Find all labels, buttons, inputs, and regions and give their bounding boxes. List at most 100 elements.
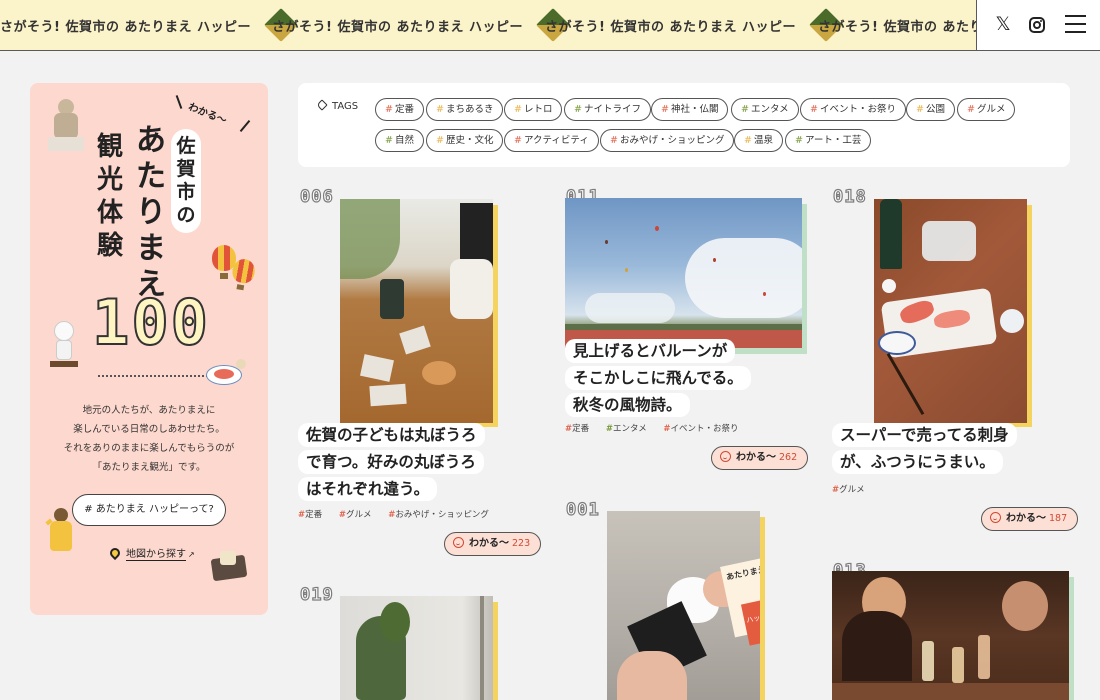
menu-icon[interactable] <box>1065 14 1086 34</box>
card-photo-cafe[interactable] <box>832 571 1069 700</box>
wakaru-button[interactable]: わかる〜 262 <box>711 446 809 470</box>
tag-teiban[interactable]: # 定番 <box>375 98 424 121</box>
caption-line: で育つ。好みの丸ぼうろ <box>298 450 484 474</box>
tag-label: 定番 <box>394 104 414 115</box>
card-photo-plant[interactable] <box>340 596 493 700</box>
card-photo-sashimi[interactable] <box>874 199 1027 423</box>
sparkle-line <box>175 95 183 109</box>
tag-hash: # <box>795 135 803 146</box>
tag-shrine[interactable]: # 神社・仏閣 <box>651 98 729 121</box>
card-tag[interactable]: #イベント・お祭り <box>663 424 745 434</box>
tag-hash: # <box>574 104 582 115</box>
card-tags: #グルメ <box>832 483 879 495</box>
tag-label: レトロ <box>523 104 553 115</box>
tag-activity[interactable]: # アクティビティ <box>504 129 599 152</box>
card-photo-marubouro[interactable] <box>340 199 493 423</box>
map-link-label: 地図から探す <box>126 549 186 561</box>
tag-hash: # <box>744 135 752 146</box>
happy-about-button[interactable]: # あたりまえ ハッピーって? <box>72 494 226 526</box>
tag-event[interactable]: # イベント・お祭り <box>800 98 906 121</box>
tag-label: おみやげ・ショッピング <box>619 135 725 146</box>
tag-hash: # <box>385 135 393 146</box>
card-tag-label: グルメ <box>839 485 865 495</box>
tag-art[interactable]: # アート・工芸 <box>785 129 872 152</box>
wakaru-count: 187 <box>1049 513 1068 524</box>
caption-line: はそれぞれ違う。 <box>298 477 438 501</box>
marquee-text: さがそう! 佐賀市の あたりまえ ハッピー <box>272 19 524 35</box>
snack-illustration <box>210 551 248 582</box>
wakaru-button[interactable]: わかる〜 223 <box>444 532 542 556</box>
wakaru-button[interactable]: わかる〜 187 <box>981 507 1079 531</box>
description-line: それをありのままに楽しんでもらうのが <box>63 443 235 454</box>
card-tag-label: グルメ <box>345 510 372 520</box>
tag-history[interactable]: # 歴史・文化 <box>426 129 504 152</box>
card-tag[interactable]: #定番 <box>298 510 329 520</box>
card-tag[interactable]: #グルメ <box>832 485 872 495</box>
wakaru-label: わかる〜 <box>736 452 776 463</box>
tag-label: 神社・仏閣 <box>670 104 719 115</box>
tag-label: ナイトライフ <box>583 104 641 115</box>
smile-icon <box>990 512 1001 523</box>
card-tag[interactable]: #定番 <box>565 424 596 434</box>
tag-souvenir[interactable]: # おみやげ・ショッピング <box>600 129 735 152</box>
map-search-link[interactable]: 地図から探す ↗ <box>107 545 195 563</box>
card-caption: 見上げるとバルーンが そこかしこに飛んでる。 秋冬の風物詩。 <box>565 339 751 420</box>
description-line: 「あたりまえ観光」です。 <box>92 462 206 473</box>
card-photo-onigiri[interactable]: あたりまえ ハッピー <box>607 511 760 700</box>
wakaru-tagline: わかる〜 <box>186 101 228 127</box>
card-tag-label: 定番 <box>305 510 323 520</box>
description-line: 楽しんでいる日常のしあわせたち。 <box>73 424 225 435</box>
sign-card-red: ハッピー <box>740 598 760 646</box>
marquee-text: さがそう! 佐賀市の あたりまえ ハッピー <box>0 19 252 35</box>
caption-line: 見上げるとバルーンが <box>565 339 736 363</box>
tag-label: エンタメ <box>750 104 789 115</box>
dotted-divider <box>98 375 208 377</box>
card-tag[interactable]: #エンタメ <box>606 424 654 434</box>
card-number: 001 <box>565 499 600 520</box>
statue-illustration <box>48 99 84 151</box>
tag-label: まちあるき <box>445 104 494 115</box>
smile-icon <box>453 537 464 548</box>
tag-label: 自然 <box>394 135 414 146</box>
marquee-item: さがそう! 佐賀市の あたりまえ ハッピー <box>818 0 976 50</box>
card-tag-label: エンタメ <box>612 424 647 434</box>
card-tag[interactable]: #おみやげ・ショッピング <box>388 510 496 520</box>
card-tags: #定番 #エンタメ #イベント・お祭り <box>565 422 753 434</box>
tag-retro[interactable]: # レトロ <box>504 98 563 121</box>
wakaru-label: わかる〜 <box>1006 513 1046 524</box>
map-pin-icon <box>107 545 123 561</box>
child-illustration <box>45 508 76 556</box>
tag-entertainment[interactable]: # エンタメ <box>731 98 799 121</box>
balloon-illustration <box>229 257 257 292</box>
external-arrow-icon: ↗ <box>188 550 195 559</box>
tag-machiaruki[interactable]: # まちあるき <box>426 98 504 121</box>
card-caption: 佐賀の子どもは丸ぼうろ で育つ。好みの丸ぼうろ はそれぞれ違う。 <box>298 423 485 504</box>
tag-nature[interactable]: # 自然 <box>375 129 424 152</box>
tag-park[interactable]: # 公園 <box>906 98 955 121</box>
tag-hash: # <box>916 104 924 115</box>
x-icon[interactable]: 𝕏 <box>994 13 1012 35</box>
sidebar-card: わかる〜 観光体験 あたりまえ 佐賀市の 100 地元の人たちが、あたりまえに … <box>30 83 268 615</box>
sign-line: ハッピー <box>745 611 760 625</box>
card-tags: #定番 #グルメ #おみやげ・ショッピング <box>298 508 503 520</box>
wakaru-count: 262 <box>779 452 798 463</box>
tag-gourmet[interactable]: # グルメ <box>957 98 1016 121</box>
caption-line: そこかしこに飛んでる。 <box>565 366 751 390</box>
card-tag[interactable]: #グルメ <box>339 510 379 520</box>
tag-label: グルメ <box>976 104 1006 115</box>
tag-label: 公園 <box>925 104 945 115</box>
doll-illustration <box>50 321 78 371</box>
tag-label: アート・工芸 <box>804 135 862 146</box>
sparkle-line <box>239 119 251 133</box>
tag-icon <box>316 99 328 111</box>
card-photo-balloons[interactable] <box>565 198 802 348</box>
title-main-vertical: あたりまえ <box>136 123 166 302</box>
tag-nightlife[interactable]: # ナイトライフ <box>564 98 651 121</box>
social-nav: 𝕏 <box>976 0 1100 50</box>
marquee-item: さがそう! 佐賀市の あたりまえ ハッピー <box>272 0 570 50</box>
tag-onsen[interactable]: # 温泉 <box>734 129 783 152</box>
tag-hash: # <box>661 104 669 115</box>
instagram-icon[interactable] <box>1029 17 1045 33</box>
marquee-item: さがそう! 佐賀市の あたりまえ ハッピー <box>545 0 843 50</box>
tag-hash: # <box>810 104 818 115</box>
